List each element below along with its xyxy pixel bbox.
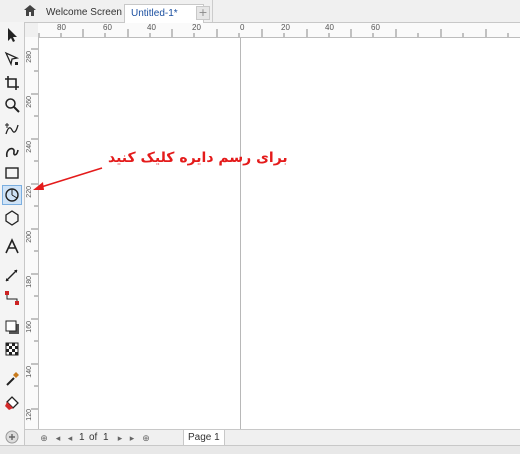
ruler-top-label: 60 (371, 23, 380, 32)
ruler-left-label: 240 (26, 141, 33, 153)
add-page-before-icon[interactable]: ⊕ (39, 433, 49, 443)
fill-tool-icon[interactable] (3, 394, 21, 412)
shape-tool-icon[interactable] (3, 50, 21, 68)
ruler-top-label: 80 (57, 23, 66, 32)
ruler-left-label: 180 (26, 276, 33, 288)
annotation-text: برای رسم دایره کلیک کنید (108, 150, 288, 166)
next-page-icon[interactable]: ▸ (115, 433, 125, 443)
prev-page-icon[interactable]: ◂ (65, 433, 75, 443)
drop-shadow-icon[interactable] (3, 318, 21, 336)
eyedropper-icon[interactable] (3, 370, 21, 388)
ruler-left-label: 140 (26, 366, 33, 378)
text-tool-icon[interactable] (3, 238, 21, 256)
ruler-top-label: 40 (325, 23, 334, 32)
toolbox (0, 22, 25, 453)
total-pages: 1 (103, 432, 109, 443)
ruler-left-label: 280 (26, 51, 33, 63)
first-page-icon[interactable]: ◂ (53, 433, 63, 443)
tab-untitled-1[interactable]: Untitled-1* (124, 4, 204, 23)
ruler-top-label: 20 (192, 23, 201, 32)
home-icon[interactable] (24, 5, 36, 16)
ruler-top-label: 40 (147, 23, 156, 32)
page-of-label: of (89, 432, 98, 443)
curved-text: به گرافیکا خوش آمدید (300, 110, 321, 118)
last-page-icon[interactable]: ▸ (127, 433, 137, 443)
add-tool-icon[interactable] (3, 428, 21, 446)
transparency-icon[interactable] (3, 340, 21, 358)
parallel-dimension-icon[interactable] (3, 267, 21, 285)
tab-scroll-area (212, 0, 229, 22)
curved-text-object[interactable]: به گرافیکا خوش آمدید (300, 110, 520, 290)
ruler-top-label: 20 (281, 23, 290, 32)
ruler-top-label: 60 (103, 23, 112, 32)
vertical-guideline[interactable] (240, 38, 241, 429)
document-tab-bar: Welcome Screen Untitled-1* + (0, 0, 520, 23)
page-navigator: ⊕ ◂ ◂ 1 of 1 ▸ ▸ ⊕ Page 1 (25, 429, 520, 446)
zoom-tool-icon[interactable] (3, 96, 21, 114)
add-page-after-icon[interactable]: ⊕ (141, 433, 151, 443)
new-tab-button[interactable]: + (196, 6, 210, 20)
horizontal-ruler[interactable]: 80 60 40 20 0 20 40 60 (25, 23, 520, 38)
page-tab-1[interactable]: Page 1 (183, 430, 225, 446)
connector-tool-icon[interactable] (3, 289, 21, 307)
ruler-origin[interactable] (25, 23, 38, 37)
rectangle-tool-icon[interactable] (3, 164, 21, 182)
freehand-tool-icon[interactable] (3, 120, 21, 138)
ruler-left-label: 160 (26, 321, 33, 333)
ruler-left-label: 260 (26, 96, 33, 108)
crop-tool-icon[interactable] (3, 74, 21, 92)
ruler-top-label: 0 (240, 23, 245, 32)
svg-text:به گرافیکا خوش آمدید: به گرافیکا خوش آمدید (300, 110, 321, 118)
ruler-left-label: 120 (26, 409, 33, 421)
ruler-left-label: 200 (26, 231, 33, 243)
pick-tool-icon[interactable] (3, 26, 21, 44)
current-page: 1 (79, 432, 85, 443)
polygon-tool-icon[interactable] (3, 209, 21, 227)
ellipse-tool-icon[interactable] (2, 185, 22, 205)
annotation-arrow (33, 167, 103, 190)
tab-welcome-screen[interactable]: Welcome Screen (40, 4, 128, 22)
artistic-media-icon[interactable] (3, 142, 21, 160)
vertical-ruler[interactable]: 280 260 240 220 200 180 160 140 120 (25, 37, 39, 429)
